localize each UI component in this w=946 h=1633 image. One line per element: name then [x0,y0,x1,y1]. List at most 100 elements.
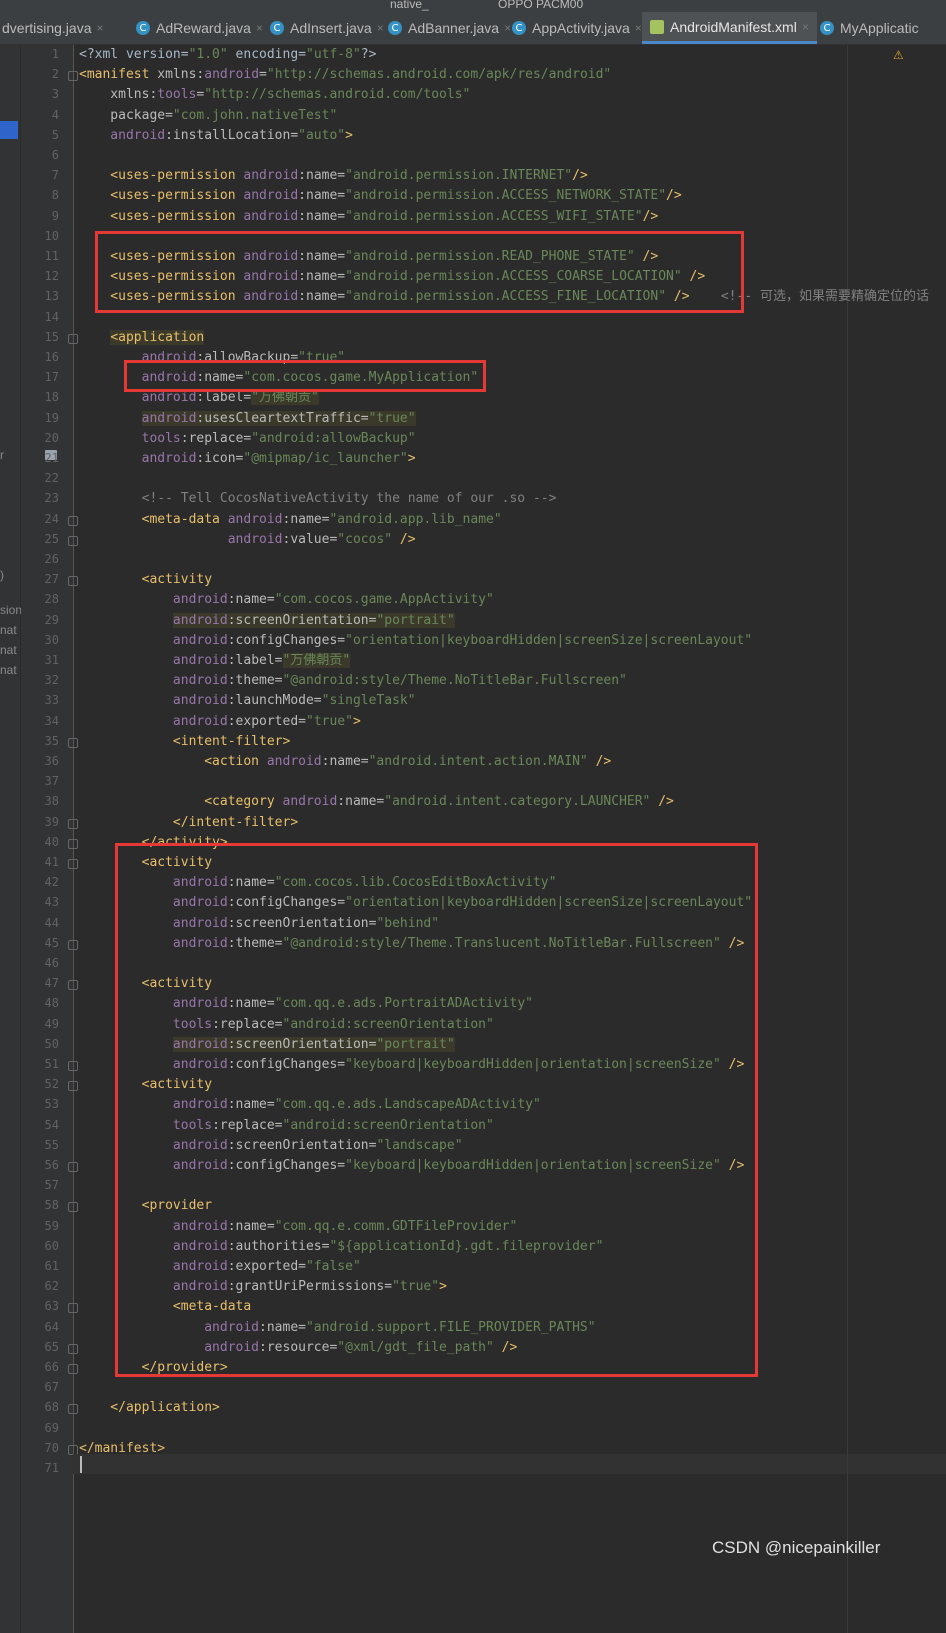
code-line[interactable]: android:name="com.cocos.game.MyApplicati… [79,368,479,388]
code-line[interactable]: <?xml version="1.0" encoding="utf-8"?> [79,45,376,65]
code-line[interactable]: android:configChanges="orientation|keybo… [79,893,752,913]
code-line[interactable]: android:grantUriPermissions="true"> [79,1277,447,1297]
fold-marker-icon[interactable] [68,1343,78,1354]
code-line[interactable]: <uses-permission android:name="android.p… [79,267,705,287]
code-line[interactable]: <category android:name="android.intent.c… [79,792,674,812]
code-line[interactable]: <activity [79,1075,212,1095]
code-token: :name= [227,875,275,891]
code-line[interactable]: android:name="com.cocos.game.AppActivity… [79,590,494,610]
tab-3[interactable]: C AdBanner.java × [380,12,519,44]
code-line[interactable]: package="com.john.nativeTest" [79,106,337,126]
code-line[interactable]: tools:replace="android:screenOrientation… [79,1015,494,1035]
code-line[interactable]: android:screenOrientation="portrait" [79,1035,455,1055]
fold-marker-icon[interactable] [68,1081,78,1092]
fold-marker-icon[interactable] [68,1162,78,1172]
tab-6[interactable]: C MyApplicatic [812,12,927,44]
code-line[interactable]: </manifest> [79,1439,165,1459]
code-line[interactable]: android:theme="@android:style/Theme.NoTi… [79,671,627,691]
code-line[interactable]: <activity [79,570,212,590]
code-line[interactable]: android:name="com.qq.e.ads.PortraitADAct… [79,994,533,1014]
tab-4[interactable]: C AppActivity.java × [504,12,650,44]
code-line[interactable]: <uses-permission android:name="android.p… [79,166,587,186]
tab-1[interactable]: C AdReward.java × [128,12,271,44]
code-line[interactable]: <application [79,328,205,348]
code-line[interactable]: <uses-permission android:name="android.p… [79,247,658,267]
fold-marker-icon[interactable] [68,859,78,869]
code-line[interactable]: android:theme="@android:style/Theme.Tran… [79,934,744,954]
code-line[interactable]: xmlns:tools="http://schemas.android.com/… [79,85,470,105]
code-token: :name= [337,794,385,810]
code-line[interactable]: <meta-data android:name="android.app.lib… [79,510,502,530]
code-line[interactable]: android:launchMode="singleTask" [79,691,416,711]
device-select[interactable]: OPPO PACM00 [498,0,583,11]
code-line[interactable]: android:installLocation="auto"> [79,126,353,146]
fold-marker-icon[interactable] [68,576,78,587]
fold-marker-icon[interactable] [68,535,78,546]
close-icon[interactable]: × [802,20,809,34]
code-line[interactable]: </intent-filter> [79,813,298,833]
fold-marker-icon[interactable] [68,1061,78,1071]
fold-marker-icon[interactable] [68,838,78,849]
code-line[interactable]: android:name="android.support.FILE_PROVI… [79,1318,595,1338]
code-line[interactable]: android:name="com.qq.e.comm.GDTFileProvi… [79,1217,517,1237]
code-line[interactable]: <intent-filter> [79,732,290,752]
code-token: android [79,1158,228,1173]
code-line[interactable]: android:configChanges="orientation|keybo… [79,631,752,651]
fold-marker-icon[interactable] [68,71,78,82]
code-line[interactable]: android:screenOrientation="landscape" [79,1136,463,1156]
fold-marker-icon[interactable] [68,1404,78,1415]
code-line[interactable]: </provider> [79,1358,228,1378]
code-line[interactable]: android:exported="true"> [79,712,361,732]
code-line[interactable]: android:icon="@mipmap/ic_launcher"> [79,449,416,469]
code-line[interactable]: android:value="cocos" /> [79,530,416,550]
tab-5[interactable]: AndroidManifest.xml × [642,12,817,44]
code-line[interactable]: <activity [79,853,212,873]
fold-marker-icon[interactable] [68,1303,78,1314]
line-number: 66 [44,1360,59,1374]
code-line[interactable]: <uses-permission android:name="android.p… [79,287,929,307]
code-line[interactable]: android:configChanges="keyboard|keyboard… [79,1055,744,1075]
fold-marker-icon[interactable] [68,1202,78,1213]
project-panel-fragment: nat [0,643,17,657]
code-line[interactable]: android:label="万佛朝贡" [79,651,351,671]
code-line[interactable]: android:exported="false" [79,1257,361,1277]
code-line[interactable]: <!-- Tell CocosNativeActivity the name o… [79,489,557,509]
code-line[interactable]: android:name="com.cocos.lib.CocosEditBox… [79,873,557,893]
code-line[interactable]: android:name="com.qq.e.ads.LandscapeADAc… [79,1095,541,1115]
code-line[interactable]: </application> [79,1398,220,1418]
code-line[interactable]: android:screenOrientation="behind" [79,914,439,934]
fold-marker-icon[interactable] [68,818,78,829]
code-line[interactable]: android:allowBackup="true" [79,348,346,368]
code-line[interactable]: android:resource="@xml/gdt_file_path" /> [79,1338,517,1358]
code-editor[interactable]: <?xml version="1.0" encoding="utf-8"?> <m… [79,45,946,1633]
code-line[interactable]: android:screenOrientation="portrait" [79,611,455,631]
fold-marker-icon[interactable] [68,333,78,344]
close-icon[interactable]: × [635,21,642,35]
close-icon[interactable]: × [97,21,104,35]
code-line[interactable]: android:authorities="${applicationId}.gd… [79,1237,604,1257]
fold-marker-icon[interactable] [68,980,78,991]
fold-marker-icon[interactable] [68,737,78,748]
tab-0[interactable]: dvertising.java × [0,12,112,44]
fold-marker-icon[interactable] [68,515,78,526]
code-token: :installLocation= [165,127,299,143]
code-line[interactable]: <uses-permission android:name="android.p… [79,186,681,206]
fold-marker-icon[interactable] [68,939,78,950]
code-line[interactable]: tools:replace="android:screenOrientation… [79,1116,494,1136]
code-line[interactable]: <action android:name="android.intent.act… [79,752,611,772]
code-line[interactable]: <manifest xmlns:android="http://schemas.… [79,65,611,85]
run-config-select[interactable]: native_ [390,0,429,11]
code-line[interactable]: <provider [79,1196,212,1216]
code-line[interactable]: <meta-data [79,1297,251,1317]
code-line[interactable]: <activity [79,974,212,994]
code-line[interactable]: android:usesCleartextTraffic="true" [79,409,416,429]
code-line[interactable]: android:configChanges="keyboard|keyboard… [79,1156,744,1176]
code-token: </manifest> [79,1440,166,1456]
warning-icon[interactable]: ⚠ [893,48,904,62]
code-line[interactable]: </activity> [79,833,228,853]
code-line[interactable]: android:label="万佛朝贡" [79,388,319,408]
code-line[interactable]: <uses-permission android:name="android.p… [79,207,658,227]
tab-2[interactable]: C AdInsert.java × [262,12,392,44]
code-line[interactable]: tools:replace="android:allowBackup" [79,429,416,449]
fold-marker-icon[interactable] [68,1364,78,1374]
